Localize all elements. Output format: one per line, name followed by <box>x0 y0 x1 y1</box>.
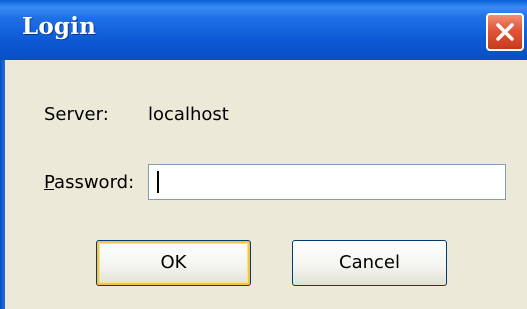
password-label-accelerator: P <box>44 172 55 193</box>
server-value: localhost <box>148 104 229 125</box>
password-field[interactable] <box>148 164 506 200</box>
text-caret <box>157 171 159 193</box>
server-label: Server: <box>44 104 109 125</box>
window-title: Login <box>22 13 97 40</box>
password-label-text: assword: <box>54 172 135 193</box>
title-bar[interactable]: Login <box>0 0 527 60</box>
close-icon <box>496 23 514 41</box>
login-dialog: Login Server: localhost Password: OK Can… <box>0 0 527 309</box>
password-label: Password: <box>44 172 134 193</box>
ok-button[interactable]: OK <box>96 240 251 286</box>
close-button[interactable] <box>486 13 524 51</box>
cancel-button[interactable]: Cancel <box>292 240 447 286</box>
window-frame-left <box>0 60 5 309</box>
